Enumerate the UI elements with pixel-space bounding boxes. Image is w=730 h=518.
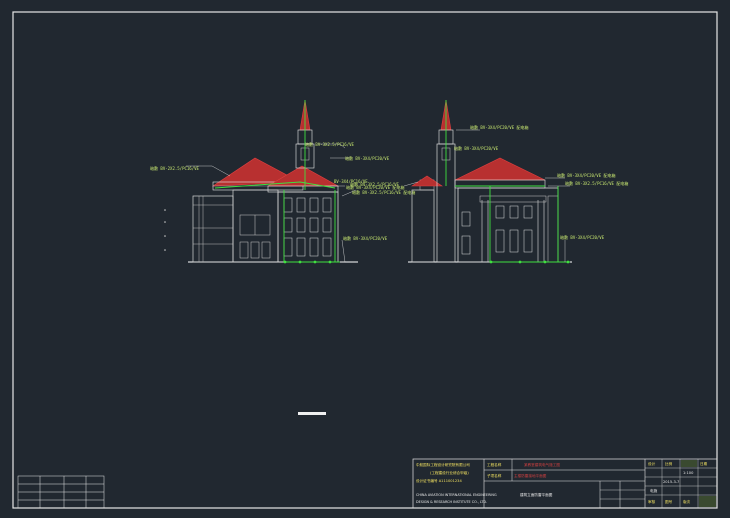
meta-bottom-3: 版次	[683, 499, 691, 504]
meta-bottom-2: 图号	[665, 499, 673, 504]
annotation: 暗敷 BV-3X2.5/PC16/VE	[305, 141, 355, 147]
west-elevation-annotations: 暗敷 BV-2X2.5/PC16/VE 暗敷 BV-3X2.5/PC16/VE …	[150, 141, 415, 241]
annotation: 暗敷 BV-3X2.5/PC16/VE 配电箱	[565, 180, 628, 186]
drawing-frame	[12, 11, 718, 509]
meta-bottom-1: 审核	[648, 499, 656, 504]
scale-bar	[298, 412, 326, 415]
title-block-text: 中航国际工程设计研究院有限公司 (工程建设行业综合甲级) 设计证书编号 A111…	[416, 461, 708, 504]
project-value: 某教堂建筑电气施工图	[524, 462, 560, 467]
annotation: 暗敷 BV-3X4/PC20/VE	[345, 155, 390, 161]
cad-viewport[interactable]: 暗敷 BV-2X2.5/PC16/VE 暗敷 BV-3X2.5/PC16/VE …	[0, 0, 730, 518]
subitem-label: 子项名称	[487, 473, 502, 478]
cad-drawing-canvas[interactable]: 暗敷 BV-2X2.5/PC16/VE 暗敷 BV-3X2.5/PC16/VE …	[0, 0, 730, 518]
meta-top-2: 比例	[665, 461, 673, 466]
annotation: 暗敷 BV-3X4/PC20/VE 配电箱	[470, 124, 529, 130]
east-elevation-annotations: 暗敷 BV-3X4/PC20/VE 配电箱 暗敷 BV-3X4/PC20/VE …	[350, 124, 628, 240]
drawing-title: 建筑立面防雷平面图	[520, 492, 553, 497]
revision-block	[17, 475, 105, 509]
annotation: 暗敷 BV-3X4/PC20/VE	[454, 145, 499, 151]
company-sub: (工程建设行业综合甲级)	[430, 470, 469, 475]
annotation: 暗敷 BV-3X4/PC20/VE 配电箱	[557, 172, 616, 178]
company-name-en-1: CHINA AVIATION INTERNATIONAL ENGINEERING	[416, 493, 497, 497]
meta-value-3: 电施	[650, 488, 658, 493]
annotation: 暗敷 BV-3X2.5/PC16/VE	[350, 181, 400, 187]
company-name: 中航国际工程设计研究院有限公司	[416, 462, 470, 467]
west-elevation	[164, 99, 358, 264]
annotation: 暗敷 BV-3X4/PC20/VE	[343, 235, 388, 241]
license-number: 设计证书编号 A111001234	[416, 478, 462, 483]
subitem-value: 主楼防雷接地平面图	[514, 473, 547, 478]
company-name-en-2: DESIGN & RESEARCH INSTITUTE CO., LTD.	[416, 500, 487, 504]
meta-value-2: 2015-3-7	[663, 480, 679, 484]
annotation: 暗敷 BV-3X2.5/PC16/VE 配电箱	[352, 189, 415, 195]
annotation: 暗敷 BV-3X4/PC20/VE	[560, 234, 605, 240]
meta-top-1: 设计	[648, 461, 656, 466]
project-label: 工程名称	[487, 462, 502, 467]
meta-value-1: 1:100	[683, 471, 694, 475]
meta-top-3: 日期	[700, 461, 708, 466]
annotation: 暗敷 BV-2X2.5/PC16/VE	[150, 165, 200, 171]
